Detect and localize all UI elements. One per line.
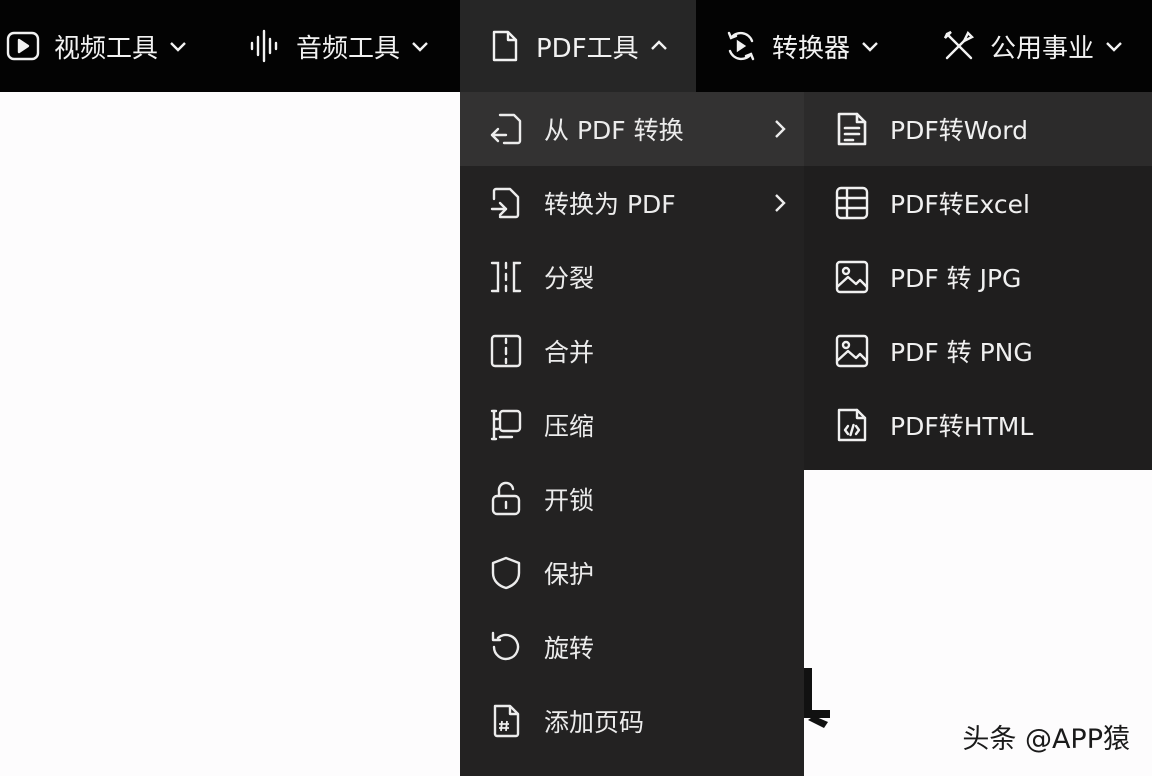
menu-item-label: 转换为 PDF bbox=[544, 190, 676, 219]
chevron-right-icon bbox=[770, 192, 790, 214]
submenu-item-label: PDF 转 JPG bbox=[890, 264, 1022, 293]
menu-item-label: 压缩 bbox=[544, 412, 595, 441]
convert-from-pdf-submenu: PDF转Word PDF转Excel PDF 转 JPG PDF 转 PNG P… bbox=[804, 92, 1152, 470]
image-icon bbox=[834, 259, 870, 295]
nav-label: 音频工具 bbox=[296, 33, 401, 64]
nav-label: 转换器 bbox=[772, 33, 851, 64]
submenu-item-label: PDF转Word bbox=[890, 116, 1028, 145]
submenu-item-label: PDF 转 PNG bbox=[890, 338, 1033, 367]
pdf-tools-menu: 从 PDF 转换 转换为 PDF 分裂 合并 压缩 开锁 保护 旋转 添加页码 bbox=[460, 92, 804, 776]
menu-item-unlock[interactable]: 开锁 bbox=[460, 462, 804, 536]
audio-wave-icon bbox=[248, 29, 282, 63]
menu-item-label: 分裂 bbox=[544, 264, 595, 293]
chevron-down-icon bbox=[1104, 36, 1124, 56]
submenu-item-pdf-to-word[interactable]: PDF转Word bbox=[804, 92, 1152, 166]
rotate-icon bbox=[488, 629, 524, 665]
chevron-down-icon bbox=[168, 36, 188, 56]
menu-item-label: 保护 bbox=[544, 560, 595, 589]
chevron-down-icon bbox=[410, 36, 430, 56]
nav-item-utilities[interactable]: 公用事业 bbox=[942, 0, 1124, 92]
menu-item-rotate[interactable]: 旋转 bbox=[460, 610, 804, 684]
unlock-icon bbox=[488, 481, 524, 517]
nav-item-pdf-tools[interactable]: PDF工具 bbox=[460, 0, 696, 92]
document-icon bbox=[488, 29, 522, 63]
word-doc-icon bbox=[834, 111, 870, 147]
menu-item-protect[interactable]: 保护 bbox=[460, 536, 804, 610]
background-heading-fragment bbox=[804, 660, 834, 730]
chevron-right-icon bbox=[770, 118, 790, 140]
image-icon bbox=[834, 333, 870, 369]
menu-item-label: 从 PDF 转换 bbox=[544, 116, 684, 145]
menu-item-merge[interactable]: 合并 bbox=[460, 314, 804, 388]
page-number-icon bbox=[488, 703, 524, 739]
page: 视频工具 音频工具 PDF工具 转换器 公用事业 从 PDF 转换 转换为 PD… bbox=[0, 0, 1152, 776]
compress-icon bbox=[488, 407, 524, 443]
nav-item-video-tools[interactable]: 视频工具 bbox=[6, 0, 188, 92]
menu-item-label: 旋转 bbox=[544, 634, 595, 663]
submenu-item-pdf-to-html[interactable]: PDF转HTML bbox=[804, 388, 1152, 462]
tools-icon bbox=[942, 29, 976, 63]
menu-item-label: 合并 bbox=[544, 338, 595, 367]
chevron-down-icon bbox=[860, 36, 880, 56]
nav-item-audio-tools[interactable]: 音频工具 bbox=[248, 0, 430, 92]
submenu-item-pdf-to-excel[interactable]: PDF转Excel bbox=[804, 166, 1152, 240]
submenu-item-label: PDF转HTML bbox=[890, 412, 1034, 441]
split-icon bbox=[488, 259, 524, 295]
chevron-up-icon bbox=[649, 36, 669, 56]
html-file-icon bbox=[834, 407, 870, 443]
nav-label: 视频工具 bbox=[54, 33, 159, 64]
menu-item-split[interactable]: 分裂 bbox=[460, 240, 804, 314]
watermark: 头条 @APP猿 bbox=[962, 724, 1130, 755]
menu-item-label: 开锁 bbox=[544, 486, 595, 515]
shield-icon bbox=[488, 555, 524, 591]
convert-cycle-icon bbox=[724, 29, 758, 63]
submenu-item-label: PDF转Excel bbox=[890, 190, 1030, 219]
export-from-pdf-icon bbox=[488, 111, 524, 147]
menu-item-convert-to-pdf[interactable]: 转换为 PDF bbox=[460, 166, 804, 240]
nav-label: 公用事业 bbox=[990, 33, 1095, 64]
table-icon bbox=[834, 185, 870, 221]
menu-item-add-page-numbers[interactable]: 添加页码 bbox=[460, 684, 804, 758]
submenu-item-pdf-to-jpg[interactable]: PDF 转 JPG bbox=[804, 240, 1152, 314]
import-to-pdf-icon bbox=[488, 185, 524, 221]
submenu-item-pdf-to-png[interactable]: PDF 转 PNG bbox=[804, 314, 1152, 388]
top-navbar: 视频工具 音频工具 PDF工具 转换器 公用事业 bbox=[0, 0, 1152, 92]
play-circle-icon bbox=[6, 29, 40, 63]
menu-item-label: 添加页码 bbox=[544, 708, 645, 737]
nav-item-converter[interactable]: 转换器 bbox=[724, 0, 880, 92]
menu-item-compress[interactable]: 压缩 bbox=[460, 388, 804, 462]
nav-label: PDF工具 bbox=[536, 33, 639, 64]
menu-item-convert-from-pdf[interactable]: 从 PDF 转换 bbox=[460, 92, 804, 166]
merge-icon bbox=[488, 333, 524, 369]
